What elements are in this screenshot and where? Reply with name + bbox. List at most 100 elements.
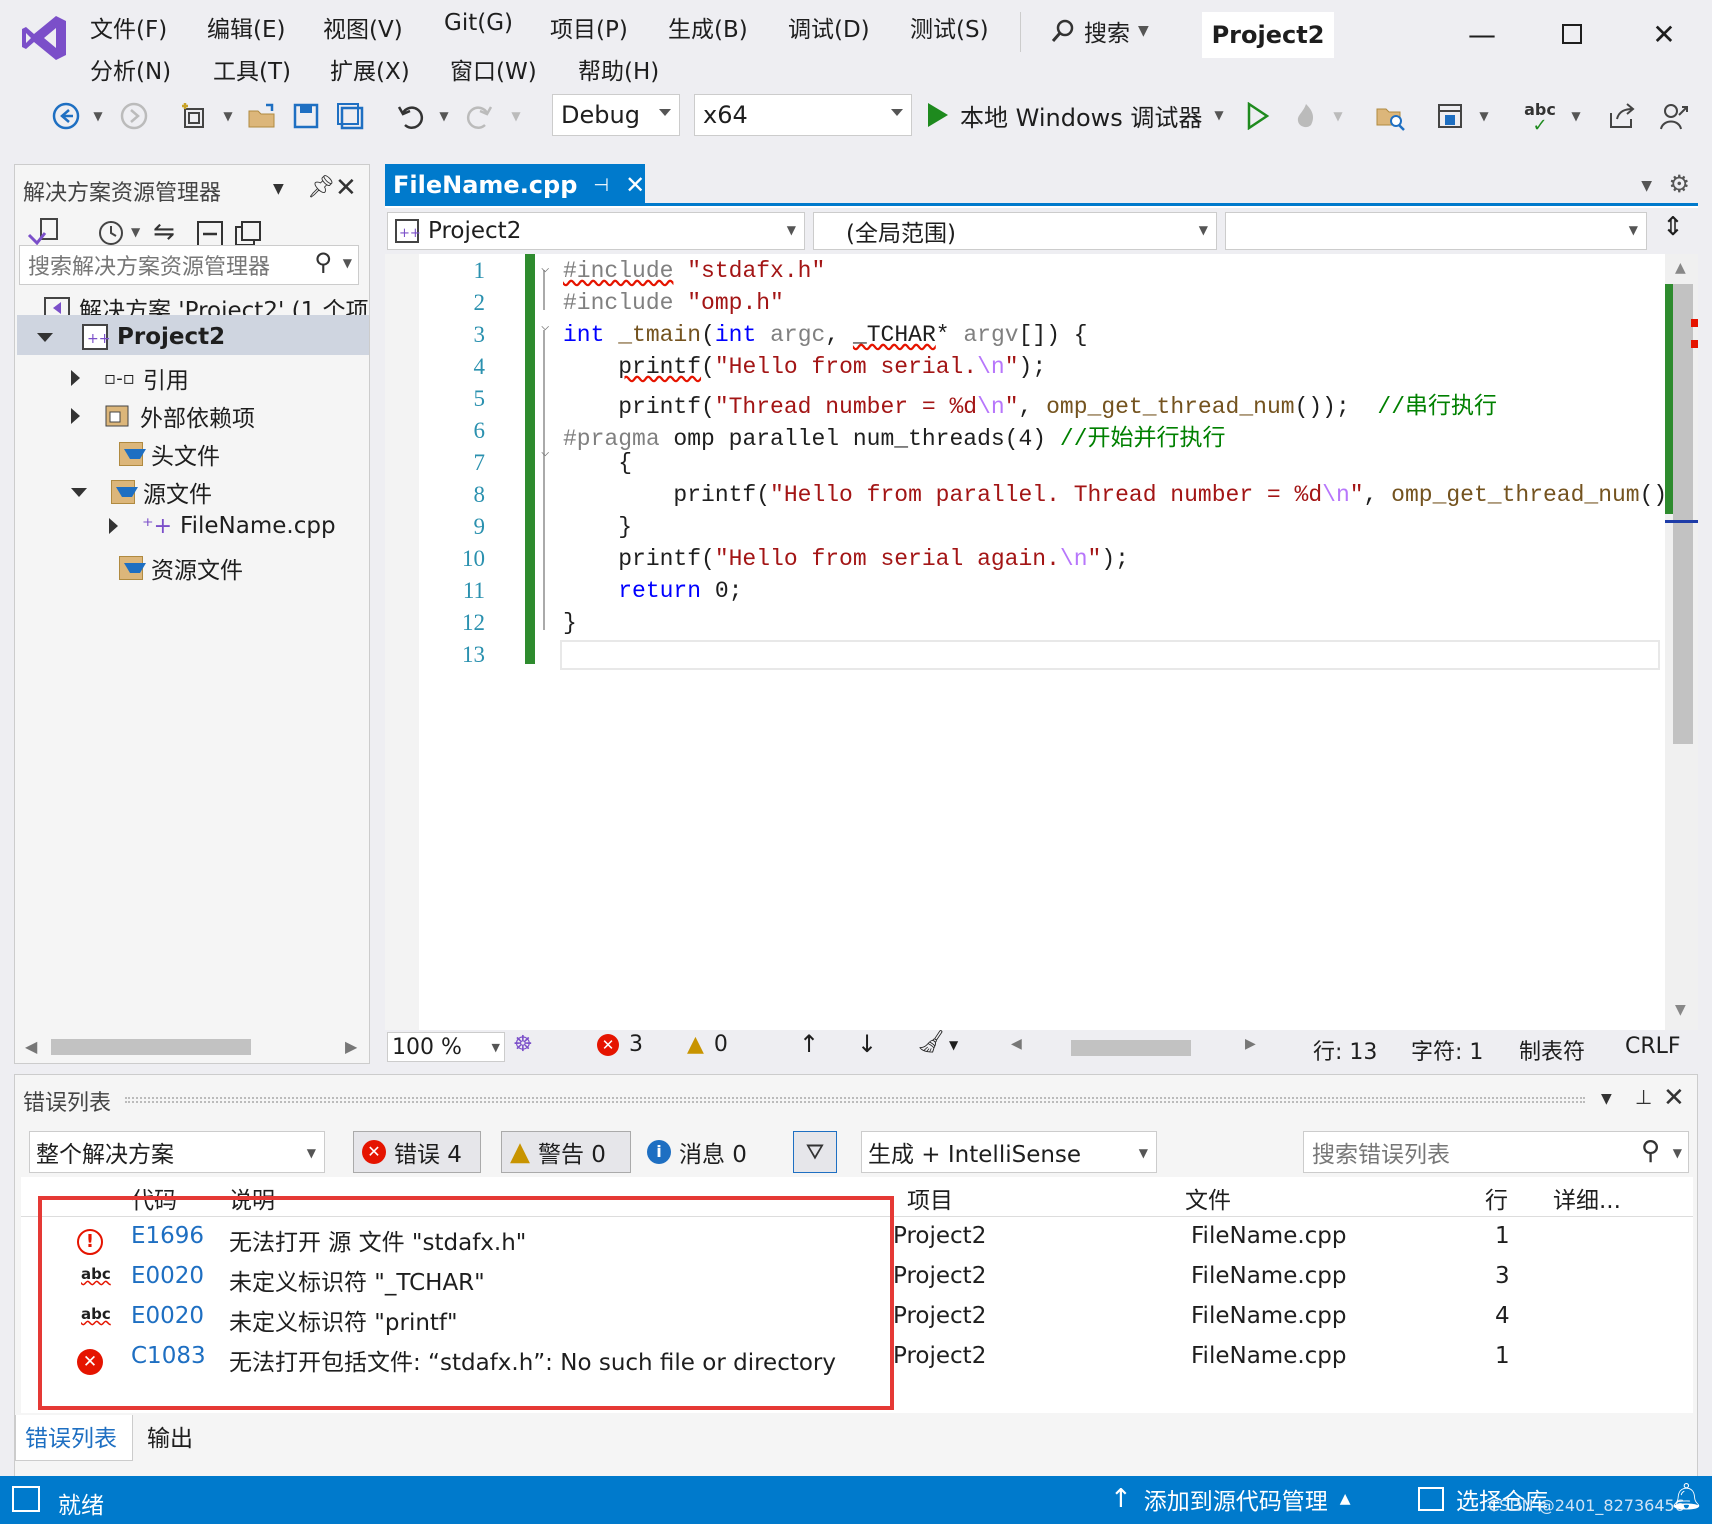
menu-view[interactable]: 视图(V) — [323, 10, 403, 44]
settings-gear-icon[interactable]: ⚙ — [1668, 170, 1690, 198]
project-nav-select[interactable]: ++ Project2 ▼ — [387, 212, 805, 250]
fold-toggle-icon[interactable]: ⌵ — [541, 260, 549, 276]
tree-project[interactable]: ++ Project2 — [37, 323, 225, 351]
redo-dropdown-icon[interactable]: ▼ — [508, 96, 524, 136]
redo-icon[interactable] — [462, 96, 498, 136]
maximize-button[interactable] — [1552, 14, 1592, 54]
spellcheck-icon[interactable]: abc ✓ — [1520, 96, 1560, 136]
close-panel-icon[interactable]: ✕ — [1663, 1083, 1685, 1113]
solution-view-icon[interactable] — [1432, 96, 1468, 136]
code-cleanup-dropdown-icon[interactable]: ▼ — [949, 1038, 958, 1052]
pin-icon[interactable]: 📌︎ — [307, 175, 335, 200]
output-status-icon[interactable] — [12, 1486, 40, 1512]
back-dropdown-icon[interactable]: ▼ — [90, 96, 106, 136]
column-line[interactable]: 行 — [1485, 1181, 1508, 1215]
scroll-up-icon[interactable]: ▲ — [1675, 260, 1686, 276]
solution-view-dropdown-icon[interactable]: ▼ — [1476, 96, 1492, 136]
notifications-icon[interactable]: 🔔︎ — [1670, 1482, 1703, 1512]
toolbar-overflow-icon[interactable]: ▼ — [1568, 96, 1584, 136]
new-project-icon[interactable] — [176, 96, 212, 136]
warnings-filter-button[interactable]: ▲ 警告 0 — [501, 1131, 631, 1173]
hot-reload-icon[interactable] — [1288, 96, 1324, 136]
hot-reload-dropdown-icon[interactable]: ▼ — [1330, 96, 1346, 136]
tree-external-deps[interactable]: 外部依赖项 — [71, 399, 255, 433]
next-issue-icon[interactable]: ↓ — [857, 1030, 877, 1058]
warning-count-indicator[interactable]: ▲ 0 — [687, 1032, 728, 1057]
solution-configuration-select[interactable]: Debug — [552, 94, 680, 136]
scroll-right-icon[interactable]: ▶ — [1245, 1036, 1256, 1052]
solution-platform-select[interactable]: x64 — [694, 94, 912, 136]
menu-analyze[interactable]: 分析(N) — [90, 52, 171, 86]
share-icon[interactable] — [1604, 96, 1640, 136]
tree-references[interactable]: ▫-▫ 引用 — [71, 361, 189, 395]
panel-menu-dropdown-icon[interactable]: ▼ — [273, 181, 284, 197]
add-to-source-control-button[interactable]: ↑ 添加到源代码管理 ▲ — [1110, 1482, 1351, 1516]
close-tab-icon[interactable]: ✕ — [625, 171, 645, 199]
close-panel-icon[interactable]: ✕ — [335, 173, 357, 203]
scope-nav-select[interactable]: (全局范围) ▼ — [813, 212, 1217, 250]
filter-by-document-button[interactable]: ⛛ — [793, 1131, 837, 1173]
live-share-icon[interactable] — [1656, 96, 1692, 136]
menu-help[interactable]: 帮助(H) — [578, 52, 659, 86]
tree-filename-cpp[interactable]: ⁺+ FileName.cpp — [109, 513, 336, 539]
intellicode-icon[interactable]: ☸ — [513, 1032, 533, 1057]
messages-filter-button[interactable]: i 消息 0 — [647, 1131, 747, 1173]
code-cleanup-icon[interactable]: 🧹︎ — [917, 1030, 945, 1055]
undo-dropdown-icon[interactable]: ▼ — [436, 96, 452, 136]
previous-issue-icon[interactable]: ↑ — [799, 1030, 819, 1058]
menu-tools[interactable]: 工具(T) — [213, 52, 291, 86]
save-all-icon[interactable] — [332, 96, 368, 136]
member-nav-select[interactable]: ▼ — [1225, 212, 1647, 250]
column-project[interactable]: 项目 — [907, 1181, 953, 1215]
menu-build[interactable]: 生成(B) — [668, 10, 748, 44]
undo-icon[interactable] — [392, 96, 428, 136]
back-icon[interactable] — [48, 96, 84, 136]
scroll-down-icon[interactable]: ▼ — [1675, 1002, 1686, 1018]
solution-search-input[interactable]: 搜索解决方案资源管理器 ⚲ ▼ — [19, 245, 359, 285]
tab-error-list[interactable]: 错误列表 — [25, 1419, 117, 1453]
forward-icon[interactable] — [116, 96, 152, 136]
tree-source-files[interactable]: 源文件 — [71, 475, 212, 509]
panel-menu-dropdown-icon[interactable]: ▼ — [1601, 1091, 1612, 1107]
vertical-scrollbar[interactable]: ▲ ▼ — [1665, 254, 1698, 1030]
find-in-files-icon[interactable] — [1372, 96, 1408, 136]
menu-debug[interactable]: 调试(D) — [788, 10, 870, 44]
zoom-select[interactable]: 100 % ▼ — [387, 1032, 505, 1062]
split-window-icon[interactable]: ⇕ — [1655, 212, 1691, 250]
tree-header-files[interactable]: 头文件 — [119, 437, 220, 471]
open-folder-icon[interactable] — [244, 96, 280, 136]
fold-toggle-icon[interactable]: ⌵ — [541, 318, 549, 334]
pin-icon[interactable]: ⊥ — [1635, 1085, 1652, 1109]
menu-file[interactable]: 文件(F) — [90, 10, 167, 44]
new-dropdown-icon[interactable]: ▼ — [220, 96, 236, 136]
tree-resource-files[interactable]: 资源文件 — [119, 551, 243, 585]
save-icon[interactable] — [288, 96, 324, 136]
column-file[interactable]: 文件 — [1185, 1181, 1231, 1215]
indentation-indicator[interactable]: 制表符 — [1519, 1034, 1585, 1066]
menu-extensions[interactable]: 扩展(X) — [330, 52, 410, 86]
global-search[interactable]: 搜索 ▼ — [1050, 14, 1149, 48]
scrollbar-thumb[interactable] — [1673, 284, 1693, 744]
menu-git[interactable]: Git(G) — [444, 10, 513, 36]
error-search-input[interactable]: 搜索错误列表 ⚲ ▼ — [1303, 1131, 1689, 1173]
editor-hscroll-thumb[interactable] — [1071, 1040, 1191, 1056]
tab-filename-cpp[interactable]: FileName.cpp ⊣ ✕ — [385, 164, 645, 206]
pending-dropdown-icon[interactable]: ▼ — [131, 225, 140, 239]
tab-output[interactable]: 输出 — [147, 1419, 193, 1453]
menu-project[interactable]: 项目(P) — [550, 10, 628, 44]
menu-test[interactable]: 测试(S) — [910, 10, 989, 44]
menu-window[interactable]: 窗口(W) — [450, 52, 537, 86]
pin-tab-icon[interactable]: ⊣ — [593, 175, 609, 196]
start-without-debugging-icon[interactable] — [1240, 96, 1276, 136]
error-count-indicator[interactable]: ✕ 3 — [597, 1032, 643, 1057]
scroll-left-icon[interactable]: ◀ — [1011, 1036, 1022, 1052]
close-button[interactable]: ✕ — [1644, 14, 1684, 54]
build-source-select[interactable]: 生成 + IntelliSense ▼ — [861, 1131, 1157, 1173]
start-debugging-button[interactable]: 本地 Windows 调试器 ▼ — [928, 94, 1224, 136]
scope-filter-select[interactable]: 整个解决方案 ▼ — [29, 1131, 325, 1173]
code-area[interactable]: 1 2 3 4 5 6 7 8 9 10 11 12 13 ⌵ ⌵ ⌵ #include "stdafx… — [385, 254, 1695, 1030]
line-ending-indicator[interactable]: CRLF — [1625, 1034, 1681, 1059]
horizontal-scrollbar-thumb[interactable] — [51, 1039, 251, 1055]
column-detail[interactable]: 详细... — [1553, 1181, 1621, 1215]
fold-toggle-icon[interactable]: ⌵ — [541, 444, 549, 460]
